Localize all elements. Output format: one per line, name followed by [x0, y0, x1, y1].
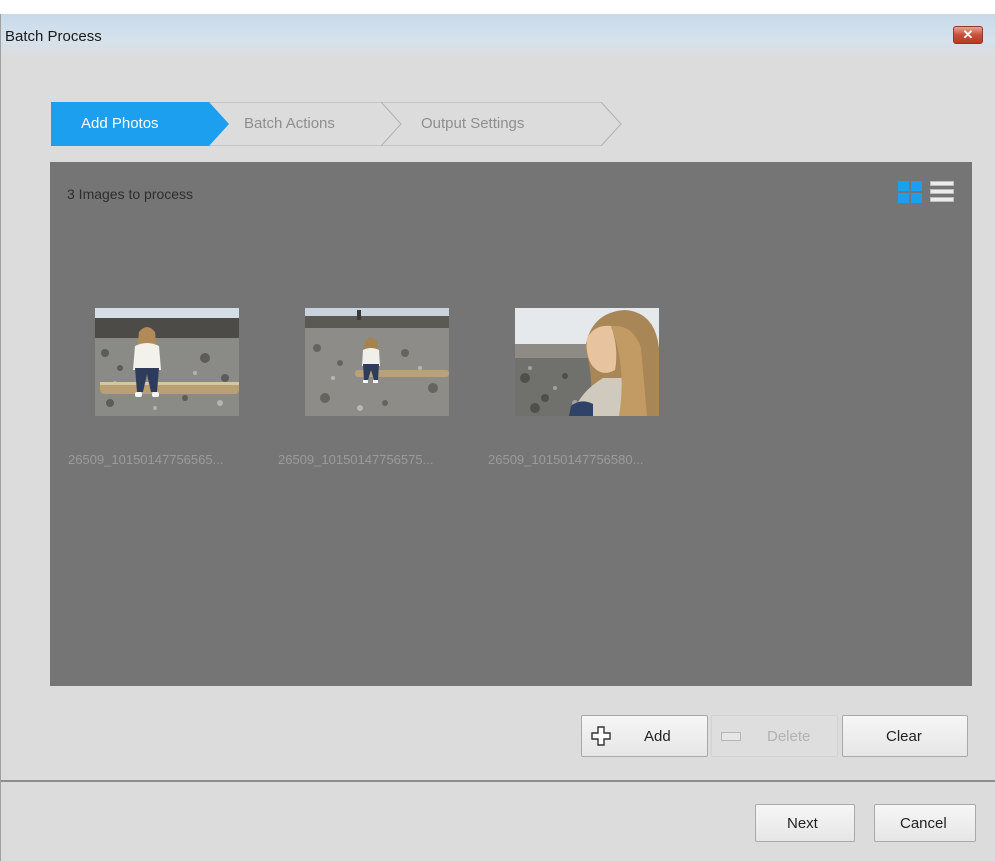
add-label: Add [644, 728, 671, 745]
close-icon: ✕ [962, 27, 974, 42]
delete-button[interactable]: Delete [711, 715, 838, 757]
grid-view-icon[interactable] [898, 181, 922, 203]
photo-thumbnail[interactable] [515, 308, 659, 416]
close-button[interactable]: ✕ [953, 26, 983, 44]
minus-icon [721, 732, 741, 741]
add-button[interactable]: Add [581, 715, 708, 757]
cancel-button[interactable]: Cancel [874, 804, 976, 842]
title-bar[interactable]: Batch Process ✕ [1, 14, 995, 58]
photo-thumbnail[interactable] [95, 308, 239, 416]
photo-thumbnail[interactable] [305, 308, 449, 416]
step-label: Output Settings [421, 115, 525, 132]
next-label: Next [787, 815, 818, 832]
next-button[interactable]: Next [755, 804, 855, 842]
photo-caption: 26509_10150147756580... [488, 452, 644, 467]
cancel-label: Cancel [900, 815, 947, 832]
delete-label: Delete [767, 728, 811, 745]
images-count-label: 3 Images to process [67, 186, 194, 202]
batch-process-dialog: Batch Process ✕ Add Photos Batch Actions… [0, 14, 995, 861]
plus-icon [591, 726, 611, 746]
step-output-settings[interactable]: Output Settings [51, 102, 631, 146]
window-title: Batch Process [5, 28, 102, 45]
clear-label: Clear [886, 728, 922, 745]
list-view-icon[interactable] [930, 181, 954, 203]
photo-caption: 26509_10150147756565... [68, 452, 224, 467]
clear-button[interactable]: Clear [842, 715, 968, 757]
photo-caption: 26509_10150147756575... [278, 452, 434, 467]
wizard-steps: Add Photos Batch Actions Output Settings [51, 88, 631, 146]
photo-list-panel[interactable]: 3 Images to process 26509_10150147756565… [50, 162, 972, 686]
